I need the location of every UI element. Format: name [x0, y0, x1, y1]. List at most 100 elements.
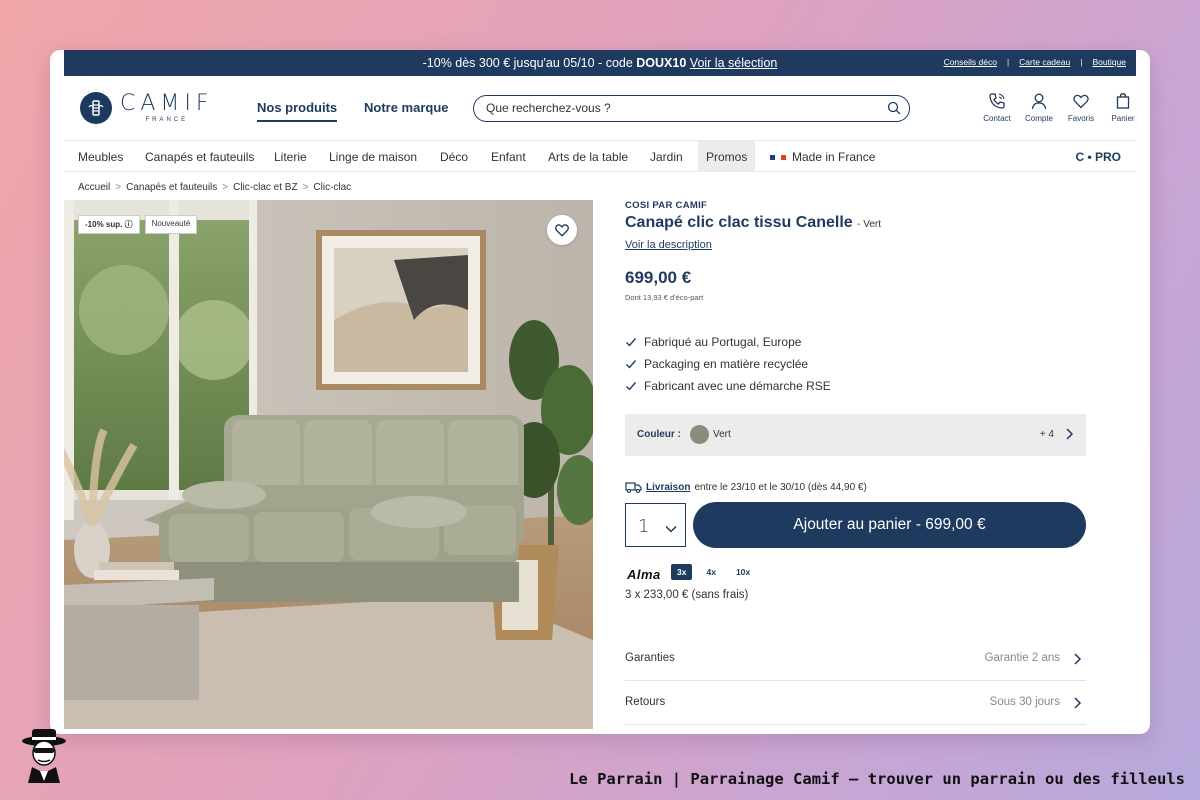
eco-participation: Dont 13,93 € d'éco-part — [625, 293, 704, 302]
product-title: Canapé clic clac tissu Canelle - Vert — [625, 214, 881, 232]
color-value: Vert — [713, 429, 731, 440]
header-actions: Contact Compte Favoris Panier — [982, 92, 1138, 123]
search-bar — [473, 95, 910, 122]
sofa-scene-illustration — [64, 200, 593, 729]
promo-code: DOUX10 — [636, 56, 687, 70]
accordion-value: Garantie 2 ans — [984, 652, 1060, 664]
product-title-text: Canapé clic clac tissu Canelle — [625, 214, 853, 231]
category-deco[interactable]: Déco — [440, 150, 468, 164]
truck-icon — [625, 482, 642, 493]
new-badge: Nouveauté — [144, 215, 198, 234]
category-arts-table[interactable]: Arts de la table — [548, 150, 628, 164]
made-in-france-label: Made in France — [792, 150, 876, 164]
logo-mark-icon — [80, 92, 112, 124]
check-icon — [626, 382, 637, 391]
breadcrumb-item[interactable]: Canapés et fauteuils — [126, 182, 217, 193]
chevron-right-icon — [1072, 652, 1082, 671]
accordion-label: Garanties — [625, 652, 675, 664]
search-icon[interactable] — [887, 101, 901, 120]
quantity-value: 1 — [638, 516, 650, 537]
contact-button[interactable]: Contact — [982, 92, 1012, 123]
feature-list: Fabriqué au Portugal, Europe Packaging e… — [625, 331, 831, 397]
color-selector[interactable]: Couleur : Vert + 4 — [625, 414, 1086, 456]
account-button[interactable]: Compte — [1024, 92, 1054, 123]
alma-logo: Alma — [627, 567, 661, 582]
cart-label: Panier — [1111, 114, 1135, 123]
camif-logo[interactable]: CAMIF FRANCE — [80, 92, 214, 124]
footer-caption: Le Parrain | Parrainage Camif — trouver … — [569, 770, 1185, 788]
heart-icon — [555, 224, 569, 237]
check-icon — [626, 338, 637, 347]
product-variant: - Vert — [857, 219, 882, 230]
separator: | — [1006, 57, 1010, 67]
promo-link[interactable]: Voir la sélection — [690, 56, 778, 70]
accordion-retours[interactable]: Retours Sous 30 jours — [625, 681, 1086, 725]
breadcrumb-separator: > — [115, 182, 122, 193]
breadcrumb-item[interactable]: Accueil — [78, 182, 110, 193]
installment-4x[interactable]: 4x — [700, 564, 721, 580]
product-image[interactable]: -10% sup. ⓘ Nouveauté — [64, 200, 593, 729]
product-brand[interactable]: COSI PAR CAMIF — [625, 200, 707, 211]
link-boutique[interactable]: Boutique — [1092, 57, 1126, 67]
add-to-favorites-button[interactable] — [547, 215, 577, 245]
check-icon — [626, 360, 637, 369]
category-jardin[interactable]: Jardin — [650, 150, 683, 164]
favorites-button[interactable]: Favoris — [1066, 92, 1096, 123]
chevron-right-icon — [1072, 696, 1082, 715]
user-icon — [1031, 93, 1047, 110]
cart-button[interactable]: Panier — [1108, 92, 1138, 123]
breadcrumb-item[interactable]: Clic-clac et BZ — [233, 182, 297, 193]
feature-text: Fabriqué au Portugal, Europe — [644, 335, 802, 349]
installment-10x[interactable]: 10x — [730, 564, 756, 580]
heart-icon — [1073, 94, 1089, 109]
chevron-right-icon — [1064, 427, 1074, 446]
favorites-label: Favoris — [1067, 114, 1095, 123]
bag-icon — [1116, 93, 1130, 109]
quantity-select[interactable]: 1 — [625, 503, 686, 547]
feature-item: Fabriqué au Portugal, Europe — [625, 331, 831, 353]
link-conseils-deco[interactable]: Conseils déco — [944, 57, 997, 67]
breadcrumb-item[interactable]: Clic-clac — [313, 182, 351, 193]
more-colors-count: + 4 — [1039, 429, 1054, 440]
feature-text: Fabricant avec une démarche RSE — [644, 379, 831, 393]
category-nav: Meubles Canapés et fauteuils Literie Lin… — [64, 140, 1136, 172]
nav-nos-produits[interactable]: Nos produits — [257, 100, 338, 122]
nav-notre-marque[interactable]: Notre marque — [364, 100, 449, 115]
le-parrain-mascot-icon — [18, 727, 70, 788]
category-enfant[interactable]: Enfant — [491, 150, 526, 164]
category-promos[interactable]: Promos — [698, 141, 756, 172]
breadcrumb-separator: > — [222, 182, 229, 193]
accordion-garanties[interactable]: Garanties Garantie 2 ans — [625, 637, 1086, 681]
description-link[interactable]: Voir la description — [625, 239, 712, 251]
promo-text: -10% dès 300 € jusqu'au 05/10 - code — [422, 56, 637, 70]
category-made-in-france[interactable]: Made in France — [770, 150, 875, 164]
category-linge[interactable]: Linge de maison — [329, 150, 417, 164]
pro-link[interactable]: C • PRO — [1075, 150, 1121, 164]
contact-label: Contact — [983, 114, 1011, 123]
logo-subtitle: FRANCE — [145, 117, 189, 123]
link-carte-cadeau[interactable]: Carte cadeau — [1019, 57, 1070, 67]
color-label: Couleur : — [637, 429, 681, 440]
accordion-value: Sous 30 jours — [989, 696, 1060, 708]
category-canapes[interactable]: Canapés et fauteuils — [145, 150, 254, 164]
browser-page: -10% dès 300 € jusqu'au 05/10 - code DOU… — [50, 50, 1150, 734]
installment-options: 3x 4x 10x — [671, 564, 756, 580]
account-label: Compte — [1024, 114, 1053, 123]
delivery-dates: entre le 23/10 et le 30/10 (dès 44,90 €) — [694, 481, 867, 493]
category-literie[interactable]: Literie — [274, 150, 307, 164]
installment-3x[interactable]: 3x — [671, 564, 693, 580]
promo-bar: -10% dès 300 € jusqu'au 05/10 - code DOU… — [64, 50, 1136, 76]
category-meubles[interactable]: Meubles — [78, 150, 123, 164]
color-swatch — [690, 425, 709, 444]
delivery-link[interactable]: Livraison — [646, 482, 690, 493]
chevron-down-icon — [665, 520, 677, 538]
add-to-cart-button[interactable]: Ajouter au panier - 699,00 € — [693, 502, 1086, 548]
utility-links: Conseils déco | Carte cadeau | Boutique — [944, 57, 1126, 67]
info-icon[interactable]: ⓘ — [125, 220, 133, 229]
france-flag-icon — [770, 154, 786, 160]
search-input[interactable] — [486, 101, 866, 115]
breadcrumb: Accueil > Canapés et fauteuils > Clic-cl… — [78, 182, 351, 193]
accordion-label: Retours — [625, 696, 666, 708]
feature-text: Packaging en matière recyclée — [644, 357, 809, 371]
installment-amount: 3 x 233,00 € (sans frais) — [625, 589, 749, 601]
